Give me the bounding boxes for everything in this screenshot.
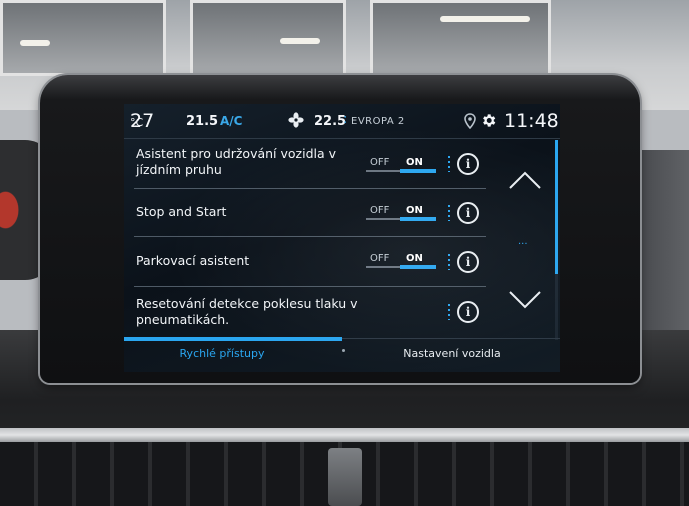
info-icon[interactable]: i [457,301,479,323]
tab-bar: Rychlé přístupy Nastavení vozidla [124,337,560,372]
toggle-off-label[interactable]: OFF [370,205,389,216]
parking-assist-toggle[interactable]: OFF ON [366,250,440,272]
stop-start-toggle[interactable]: OFF ON [366,202,440,224]
status-separator: : [343,112,348,127]
setting-row-tyre-pressure-reset[interactable]: Resetování detekce poklesu tlaku v pneum… [134,288,486,334]
left-set-temperature[interactable]: 21.5 [186,114,218,129]
setting-label: Parkovací asistent [136,253,250,268]
ceiling-window [190,0,346,76]
row-divider-dots [448,254,450,270]
gear-icon[interactable] [480,112,497,129]
info-icon[interactable]: i [457,251,479,273]
setting-label: Asistent pro udržování vozidla v jízdním… [136,146,337,177]
row-divider-dots [448,156,450,172]
toggle-off-label[interactable]: OFF [370,157,389,168]
clock: 11:48 [504,110,559,132]
setting-row-stop-start: Stop and Start OFF ON i [134,190,486,237]
status-bar: 27 °C 21.5 A/C 22.5 : EVROPA 2 11:48 [124,104,560,139]
row-divider-dots [448,205,450,221]
fan-icon[interactable] [288,112,304,128]
toggle-active-indicator [400,217,436,221]
ceiling-window [370,0,551,76]
setting-label: Stop and Start [136,204,227,219]
ac-indicator[interactable]: A/C [220,114,242,128]
setting-label: Resetování detekce poklesu tlaku v pneum… [136,296,358,327]
right-set-temperature[interactable]: 22.5 [314,114,346,129]
radio-station[interactable]: EVROPA 2 [351,116,405,127]
active-tab-indicator [124,337,342,341]
ceiling-light [280,38,320,44]
ceiling-window [0,0,166,76]
setting-row-lane-keeping: Asistent pro udržování vozidla v jízdním… [134,140,486,189]
tab-vehicle-settings[interactable]: Nastavení vozidla [354,347,550,360]
chevron-up-icon[interactable] [508,170,542,190]
info-icon[interactable]: i [457,202,479,224]
toggle-on-label[interactable]: ON [406,253,423,264]
ceiling-light [20,40,50,46]
lane-keeping-toggle[interactable]: OFF ON [366,154,440,176]
scrollbar[interactable] [555,140,558,340]
chevron-down-icon[interactable] [508,290,542,310]
vent-adjuster [328,448,362,506]
toggle-on-label[interactable]: ON [406,157,423,168]
setting-row-parking-assist: Parkovací asistent OFF ON i [134,238,486,287]
row-divider-dots [448,304,450,320]
scrollbar-thumb[interactable] [555,140,558,274]
toggle-active-indicator [400,169,436,173]
ceiling-light [440,16,530,22]
toggle-on-label[interactable]: ON [406,205,423,216]
location-pin-icon [464,113,476,130]
toggle-off-label[interactable]: OFF [370,253,389,264]
tab-quick-access[interactable]: Rychlé přístupy [124,347,320,360]
vent-trim [0,428,689,442]
scroll-position-marker: ... [518,236,528,247]
tab-separator [342,349,345,352]
info-icon[interactable]: i [457,153,479,175]
infotainment-screen: 27 °C 21.5 A/C 22.5 : EVROPA 2 11:48 Asi… [124,104,560,372]
toggle-active-indicator [400,265,436,269]
